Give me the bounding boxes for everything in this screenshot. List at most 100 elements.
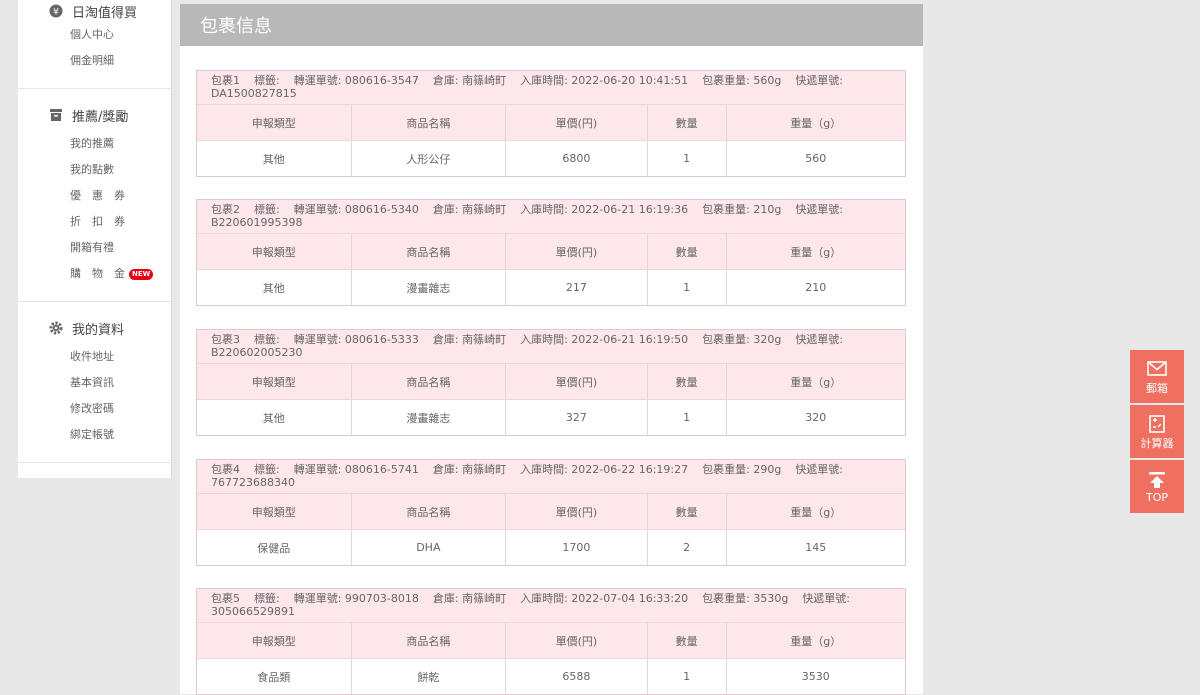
sidebar-item-change-password[interactable]: 修改密碼 [18, 396, 171, 422]
table-header-row: 申報類型 商品名稱 單價(円) 數量 重量（g） [197, 234, 905, 270]
sidebar-item-coupons[interactable]: 優 惠 券 [18, 183, 171, 209]
package-time: 入庫時間: 2022-07-04 16:33:20 [520, 592, 689, 605]
package-header: 包裹5 標籤: 轉運單號: 990703-8018 倉庫: 南篠崎町 入庫時間: 202… [197, 589, 905, 623]
package-warehouse: 倉庫: 南篠崎町 [432, 203, 507, 216]
coin-icon: ¥ [48, 3, 64, 19]
table-header-row: 申報類型 商品名稱 單價(円) 數量 重量（g） [197, 364, 905, 400]
table-row: 保健品 DHA 1700 2 145 [197, 530, 905, 565]
sidebar-item-personal-center[interactable]: 個人中心 [18, 22, 171, 48]
sidebar-item-commission[interactable]: 佣金明細 [18, 48, 171, 74]
column-header: 單價(円) [506, 364, 648, 399]
sidebar-item-basic-info[interactable]: 基本資訊 [18, 370, 171, 396]
package-express-label: 快遞單號: [802, 592, 851, 605]
package-transfer: 轉運單號: 990703-8018 [293, 592, 419, 605]
sidebar-item-discounts[interactable]: 折 扣 券 [18, 209, 171, 235]
package-header: 包裹3 標籤: 轉運單號: 080616-5333 倉庫: 南篠崎町 入庫時間: 202… [197, 330, 905, 364]
package-warehouse: 倉庫: 南篠崎町 [432, 74, 507, 87]
package-tag: 標籤: [254, 74, 280, 87]
back-to-top-button[interactable]: TOP [1130, 460, 1184, 513]
sidebar-section-deals: ¥ 日淘值得買 個人中心 佣金明細 [18, 0, 171, 89]
table-row: 其他 漫畫雜志 327 1 320 [197, 400, 905, 435]
package-card: 包裹3 標籤: 轉運單號: 080616-5333 倉庫: 南篠崎町 入庫時間: 202… [196, 329, 906, 436]
table-cell: 其他 [197, 270, 352, 305]
calculator-icon [1149, 413, 1165, 435]
column-header: 重量（g） [790, 505, 842, 519]
package-name: 包裹5 [211, 592, 240, 605]
sidebar-section-profile: 我的資料 收件地址 基本資訊 修改密碼 綁定帳號 [18, 302, 171, 463]
table-cell: 217 [506, 270, 648, 305]
sidebar-section-title: 推薦/獎勵 [18, 103, 171, 127]
column-header: 重量（g） [790, 116, 842, 130]
package-express-label: 快遞單號: [795, 463, 844, 476]
sidebar-item-address[interactable]: 收件地址 [18, 344, 171, 370]
sidebar-section-title: ¥ 日淘值得買 [18, 0, 171, 22]
column-header: 重量（g） [790, 634, 842, 648]
table-header-row: 申報類型 商品名稱 單價(円) 數量 重量（g） [197, 105, 905, 141]
table-cell: 1 [648, 270, 727, 305]
package-time: 入庫時間: 2022-06-21 16:19:36 [520, 203, 689, 216]
column-header: 商品名稱 [352, 234, 507, 269]
package-tag: 標籤: [254, 592, 280, 605]
column-header: 單價(円) [506, 494, 648, 529]
package-express-number: 767723688340 [211, 476, 295, 489]
table-cell: 210 [805, 281, 827, 294]
envelope-icon [1147, 358, 1167, 380]
package-express-number: B220602005230 [211, 346, 303, 359]
table-header-row: 申報類型 商品名稱 單價(円) 數量 重量（g） [197, 623, 905, 659]
table-cell: 6800 [506, 141, 648, 176]
package-weight: 包裹重量: 320g [702, 333, 782, 346]
sidebar-item-my-points[interactable]: 我的點數 [18, 157, 171, 183]
column-header: 數量 [648, 494, 727, 529]
new-badge: NEW [129, 268, 154, 280]
package-card: 包裹4 標籤: 轉運單號: 080616-5741 倉庫: 南篠崎町 入庫時間: 202… [196, 459, 906, 566]
package-express-number: DA1500827815 [211, 87, 297, 100]
sidebar-item-bind-account[interactable]: 綁定帳號 [18, 422, 171, 448]
column-header: 申報類型 [197, 494, 352, 529]
column-header: 數量 [648, 364, 727, 399]
column-header: 申報類型 [197, 623, 352, 658]
package-card: 包裹2 標籤: 轉運單號: 080616-5340 倉庫: 南篠崎町 入庫時間: 202… [196, 199, 906, 306]
package-weight: 包裹重量: 210g [702, 203, 782, 216]
sidebar-item-unboxing-gift[interactable]: 開箱有禮 [18, 235, 171, 261]
arrow-up-icon [1148, 469, 1166, 491]
table-row: 其他 漫畫雜志 217 1 210 [197, 270, 905, 305]
column-header: 數量 [648, 234, 727, 269]
table-cell: 560 [805, 152, 827, 165]
table-cell: 327 [506, 400, 648, 435]
package-warehouse: 倉庫: 南篠崎町 [432, 463, 507, 476]
table-cell: 1 [648, 400, 727, 435]
package-header: 包裹1 標籤: 轉運單號: 080616-3547 倉庫: 南篠崎町 入庫時間: 202… [197, 71, 905, 105]
gear-icon [48, 320, 64, 336]
table-cell: 320 [805, 411, 827, 424]
package-transfer: 轉運單號: 080616-5333 [293, 333, 419, 346]
calculator-button[interactable]: 計算器 [1130, 405, 1184, 458]
table-cell: 漫畫雜志 [352, 270, 507, 305]
table-cell: 保健品 [197, 530, 352, 565]
table-cell: 其他 [197, 400, 352, 435]
sidebar-item-my-referrals[interactable]: 我的推薦 [18, 131, 171, 157]
package-time: 入庫時間: 2022-06-21 16:19:50 [520, 333, 689, 346]
column-header: 單價(円) [506, 234, 648, 269]
package-transfer: 轉運單號: 080616-3547 [293, 74, 419, 87]
mail-button[interactable]: 郵箱 [1130, 350, 1184, 403]
sidebar-section-rewards: 推薦/獎勵 我的推薦 我的點數 優 惠 券 折 扣 券 開箱有禮 購 物 金 N… [18, 89, 171, 302]
column-header: 商品名稱 [352, 105, 507, 140]
sidebar-item-shopping-credit[interactable]: 購 物 金 NEW [18, 261, 171, 287]
package-transfer: 轉運單號: 080616-5741 [293, 463, 419, 476]
package-name: 包裹3 [211, 333, 240, 346]
sidebar-section-title: 我的資料 [18, 316, 171, 340]
table-cell: DHA [352, 530, 507, 565]
column-header: 重量（g） [790, 375, 842, 389]
column-header: 商品名稱 [352, 494, 507, 529]
package-header: 包裹2 標籤: 轉運單號: 080616-5340 倉庫: 南篠崎町 入庫時間: 202… [197, 200, 905, 234]
table-cell: 1700 [506, 530, 648, 565]
package-express-label: 快遞單號: [795, 203, 844, 216]
sidebar: ¥ 日淘值得買 個人中心 佣金明細 推薦/獎勵 我的推薦 我的點數 優 惠 券 … [18, 0, 172, 478]
main-content: 包裹信息 包裹1 標籤: 轉運單號: 080616-3547 倉庫: 南篠崎町 入庫時間… [180, 4, 923, 695]
page-title: 包裹信息 [180, 4, 923, 46]
package-card: 包裹1 標籤: 轉運單號: 080616-3547 倉庫: 南篠崎町 入庫時間: 202… [196, 70, 906, 177]
table-cell: 人形公仔 [352, 141, 507, 176]
package-tag: 標籤: [254, 203, 280, 216]
package-express-label: 快遞單號: [795, 74, 844, 87]
package-weight: 包裹重量: 3530g [702, 592, 789, 605]
